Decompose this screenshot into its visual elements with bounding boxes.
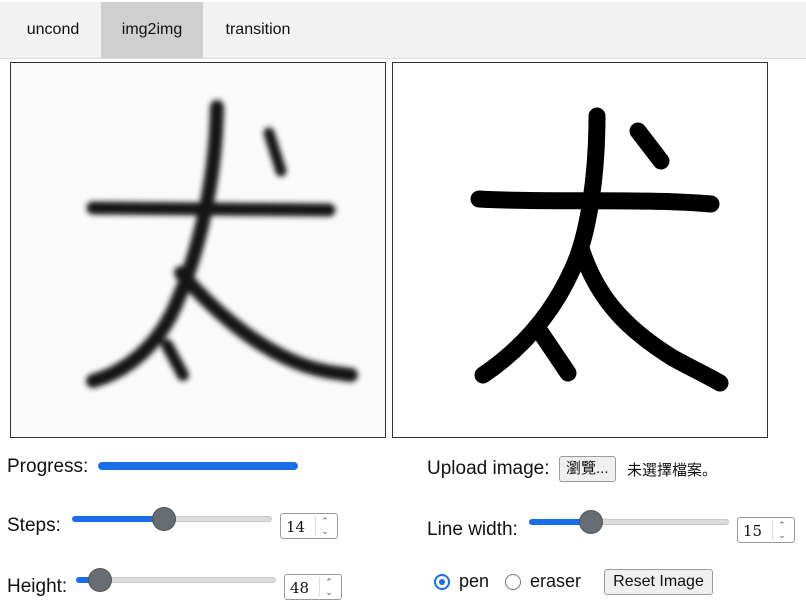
- height-slider[interactable]: [76, 568, 276, 592]
- spinner-arrows-icon[interactable]: ⌃ ⌄: [772, 520, 791, 540]
- height-number-input[interactable]: 48 ⌃ ⌄: [284, 574, 342, 600]
- upload-label: Upload image:: [427, 458, 550, 479]
- browse-button[interactable]: 瀏覽...: [559, 456, 616, 482]
- steps-slider-fill: [72, 516, 164, 522]
- line-width-number-input[interactable]: 15 ⌃ ⌄: [737, 517, 795, 543]
- file-status: 未選擇檔案。: [627, 462, 718, 479]
- tab-bar: uncond img2img transition: [0, 2, 806, 59]
- line-width-value: 15: [743, 522, 763, 540]
- eraser-label: eraser: [530, 571, 582, 591]
- output-image: [10, 62, 386, 438]
- height-value: 48: [290, 579, 310, 597]
- pen-radio[interactable]: [434, 574, 450, 590]
- pen-label: pen: [459, 571, 490, 591]
- steps-slider[interactable]: [72, 507, 272, 531]
- generated-character-image: [86, 100, 358, 388]
- spinner-arrows-icon[interactable]: ⌃ ⌄: [315, 516, 334, 536]
- tab-img2img[interactable]: img2img: [101, 2, 203, 58]
- height-slider-thumb[interactable]: [88, 568, 112, 592]
- steps-label: Steps:: [7, 515, 61, 536]
- tab-uncond[interactable]: uncond: [5, 2, 101, 58]
- drawn-character-canvas[interactable]: [393, 63, 767, 437]
- drawing-canvas[interactable]: [392, 62, 768, 438]
- spinner-arrows-icon[interactable]: ⌃ ⌄: [319, 577, 338, 597]
- steps-value: 14: [286, 518, 306, 536]
- progress-label: Progress:: [7, 456, 89, 477]
- eraser-radio[interactable]: [505, 574, 521, 590]
- line-width-label: Line width:: [427, 519, 518, 540]
- tab-transition[interactable]: transition: [203, 2, 313, 58]
- steps-slider-thumb[interactable]: [152, 507, 176, 531]
- progress-fill: [98, 462, 298, 470]
- line-width-slider-thumb[interactable]: [579, 510, 603, 534]
- line-width-slider[interactable]: [529, 510, 729, 534]
- steps-number-input[interactable]: 14 ⌃ ⌄: [280, 513, 338, 539]
- height-label: Height:: [7, 576, 68, 597]
- reset-image-button[interactable]: Reset Image: [604, 569, 713, 595]
- progress-bar: [98, 462, 298, 470]
